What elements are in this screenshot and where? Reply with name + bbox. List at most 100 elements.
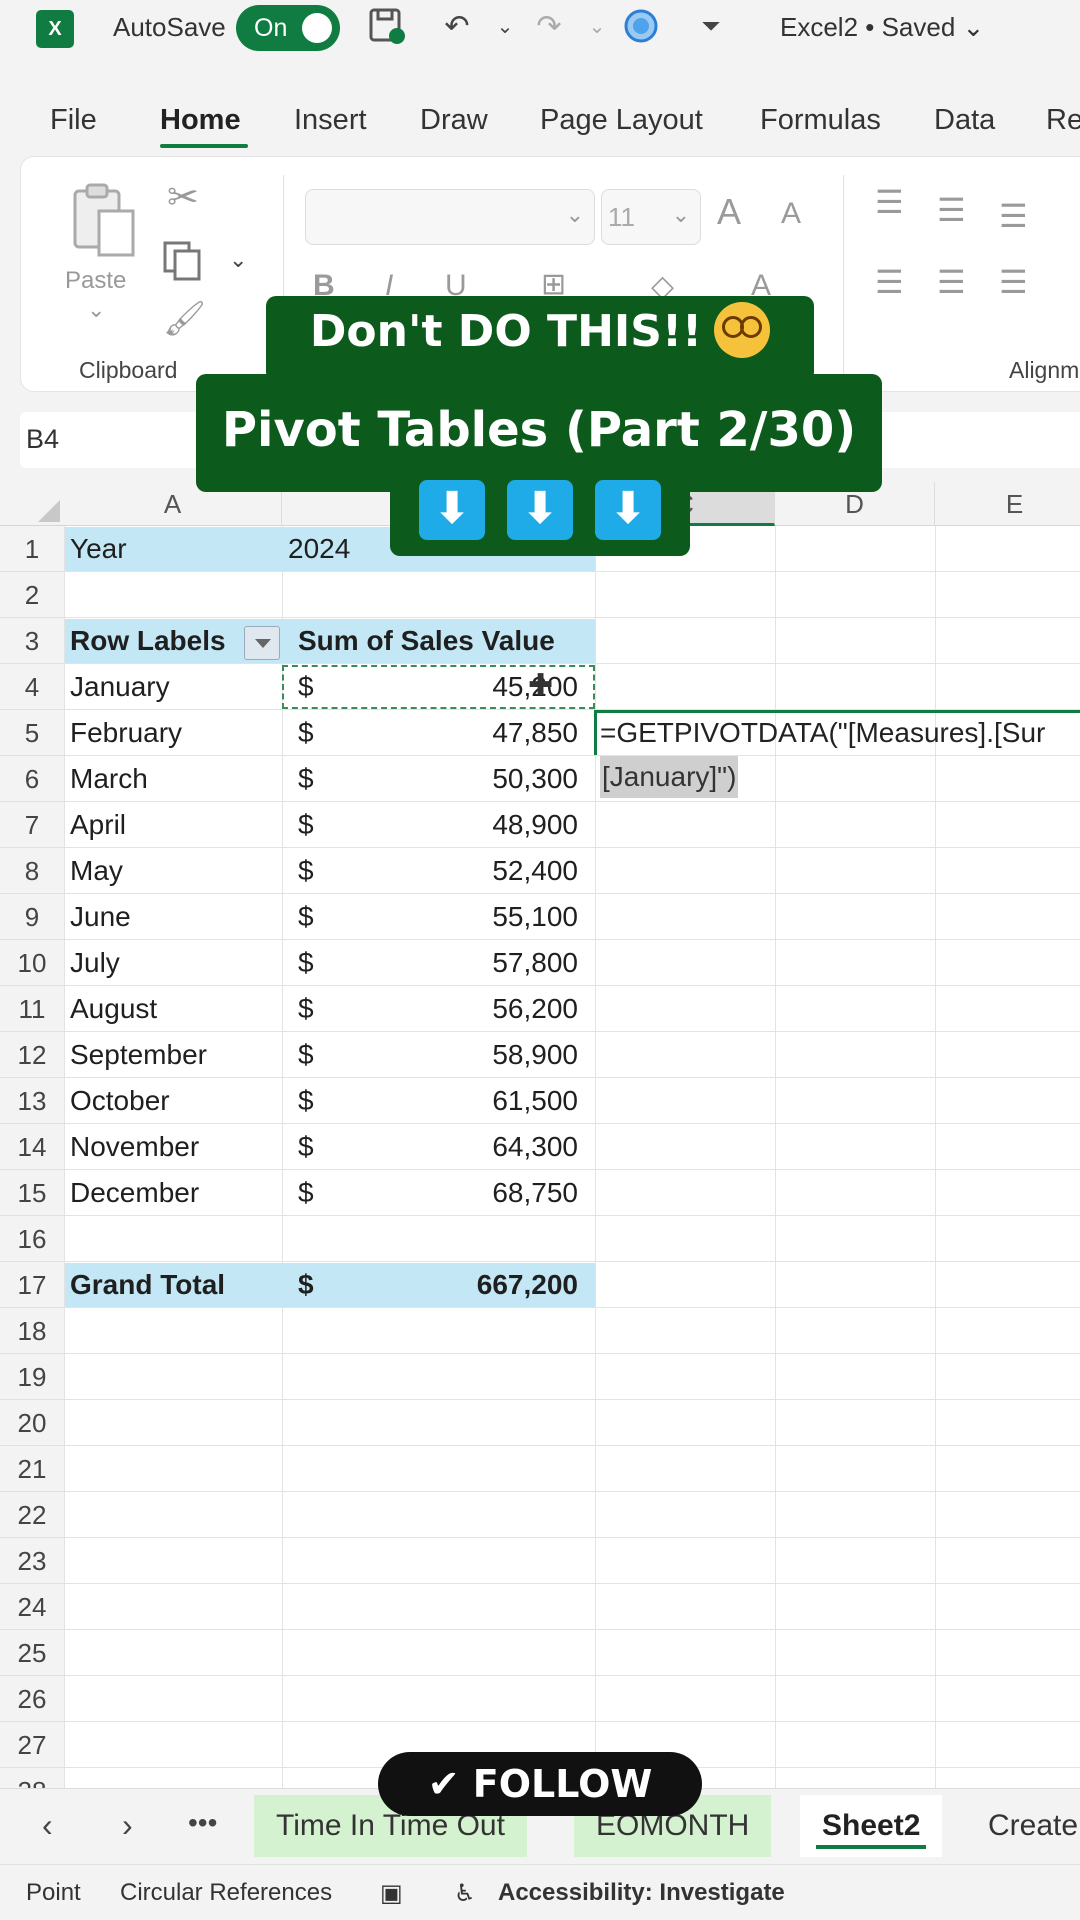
- sheet-tab-sheet2[interactable]: Sheet2: [800, 1795, 943, 1857]
- row-header[interactable]: 25: [0, 1630, 64, 1676]
- row-header[interactable]: 12: [0, 1032, 64, 1078]
- sheet-more-icon[interactable]: •••: [188, 1807, 217, 1839]
- align-left-icon[interactable]: ☰: [875, 263, 904, 301]
- row-header[interactable]: 14: [0, 1124, 64, 1170]
- cell-currency[interactable]: $: [298, 1170, 314, 1216]
- cell-row-labels-header[interactable]: Row Labels: [70, 618, 226, 664]
- tab-insert[interactable]: Insert: [294, 104, 367, 137]
- cell-currency[interactable]: $: [298, 710, 314, 756]
- sheet-next-icon[interactable]: ›: [122, 1807, 133, 1844]
- row-header[interactable]: 1: [0, 526, 64, 572]
- document-title[interactable]: Excel2 • Saved ⌄: [780, 12, 984, 43]
- autosave-toggle[interactable]: On: [236, 5, 340, 51]
- row-header[interactable]: 24: [0, 1584, 64, 1630]
- cell-formula-line1[interactable]: =GETPIVOTDATA("[Measures].[Sur: [600, 710, 1045, 756]
- cell-currency[interactable]: $: [298, 1124, 314, 1170]
- row-header[interactable]: 7: [0, 802, 64, 848]
- cell-month[interactable]: January: [70, 664, 170, 710]
- cell-year-label[interactable]: Year: [70, 526, 127, 572]
- row-header[interactable]: 4: [0, 664, 64, 710]
- row-header[interactable]: 5: [0, 710, 64, 756]
- tab-file[interactable]: File: [50, 104, 97, 137]
- status-accessibility[interactable]: Accessibility: Investigate: [498, 1879, 785, 1907]
- follow-button[interactable]: ✔ FOLLOW: [378, 1752, 702, 1816]
- cell-sales-value[interactable]: 58,900: [380, 1032, 578, 1078]
- undo-dropdown-icon[interactable]: ⌄: [484, 6, 526, 48]
- cell-currency[interactable]: $: [298, 1078, 314, 1124]
- row-header[interactable]: 22: [0, 1492, 64, 1538]
- row-header[interactable]: 11: [0, 986, 64, 1032]
- cell-sales-value[interactable]: 48,900: [380, 802, 578, 848]
- cell-month[interactable]: August: [70, 986, 157, 1032]
- row-header[interactable]: 28: [0, 1768, 64, 1788]
- row-header[interactable]: 2: [0, 572, 64, 618]
- cell-grand-total-currency[interactable]: $: [298, 1262, 314, 1308]
- cell-sales-value[interactable]: 68,750: [380, 1170, 578, 1216]
- cell-sales-value[interactable]: 64,300: [380, 1124, 578, 1170]
- row-header[interactable]: 27: [0, 1722, 64, 1768]
- cell-sales-value[interactable]: 47,850: [380, 710, 578, 756]
- cut-icon[interactable]: ✂: [167, 175, 199, 220]
- cell-currency[interactable]: $: [298, 848, 314, 894]
- row-header[interactable]: 10: [0, 940, 64, 986]
- tab-draw[interactable]: Draw: [420, 104, 488, 137]
- row-header[interactable]: 3: [0, 618, 64, 664]
- save-icon[interactable]: [366, 6, 408, 48]
- row-header[interactable]: 21: [0, 1446, 64, 1492]
- cell-month[interactable]: September: [70, 1032, 207, 1078]
- cell-grand-total-label[interactable]: Grand Total: [70, 1262, 225, 1308]
- cell-month[interactable]: November: [70, 1124, 199, 1170]
- name-box[interactable]: B4: [20, 412, 210, 468]
- row-header[interactable]: 9: [0, 894, 64, 940]
- cell-grand-total-value[interactable]: 667,200: [380, 1262, 578, 1308]
- cell-month[interactable]: December: [70, 1170, 199, 1216]
- tab-home[interactable]: Home: [160, 104, 241, 137]
- paste-dropdown-icon[interactable]: ⌄: [87, 297, 105, 323]
- redo-icon[interactable]: ↷: [528, 6, 570, 48]
- redo-dropdown-icon[interactable]: ⌄: [576, 6, 618, 48]
- row-header[interactable]: 20: [0, 1400, 64, 1446]
- font-name-select[interactable]: ⌄: [305, 189, 595, 245]
- tab-data[interactable]: Data: [934, 104, 995, 137]
- cell-month[interactable]: July: [70, 940, 120, 986]
- align-right-icon[interactable]: ☰: [999, 263, 1028, 301]
- row-header[interactable]: 18: [0, 1308, 64, 1354]
- row-header[interactable]: 8: [0, 848, 64, 894]
- cell-sales-value[interactable]: 61,500: [380, 1078, 578, 1124]
- row-header[interactable]: 19: [0, 1354, 64, 1400]
- cell-year-value[interactable]: 2024: [288, 526, 350, 572]
- row-header[interactable]: 23: [0, 1538, 64, 1584]
- undo-icon[interactable]: ↶: [436, 6, 478, 48]
- align-top-icon[interactable]: ☰: [875, 183, 904, 221]
- tab-review[interactable]: Re: [1046, 104, 1080, 137]
- sheet-tab-create[interactable]: Create: [966, 1795, 1080, 1857]
- cell-month[interactable]: June: [70, 894, 131, 940]
- decrease-font-icon[interactable]: A: [781, 197, 801, 231]
- cell-month[interactable]: April: [70, 802, 126, 848]
- cell-currency[interactable]: $: [298, 940, 314, 986]
- row-header[interactable]: 15: [0, 1170, 64, 1216]
- paste-icon[interactable]: [71, 181, 141, 261]
- cell-sales-value[interactable]: 52,400: [380, 848, 578, 894]
- cell-month[interactable]: February: [70, 710, 182, 756]
- copilot-icon[interactable]: [620, 6, 662, 48]
- worksheet-grid[interactable]: A B C D E 123456789101112131415161718192…: [0, 482, 1080, 1788]
- sheet-prev-icon[interactable]: ‹: [42, 1807, 53, 1844]
- align-middle-icon[interactable]: ☰: [937, 191, 966, 229]
- paste-button[interactable]: Paste: [65, 267, 126, 295]
- row-labels-filter-icon[interactable]: [244, 626, 280, 660]
- increase-font-icon[interactable]: A: [717, 191, 741, 233]
- cell-sales-value[interactable]: 56,200: [380, 986, 578, 1032]
- customize-qat-icon[interactable]: ⏷: [690, 6, 732, 48]
- copy-dropdown-icon[interactable]: ⌄: [229, 247, 247, 273]
- status-circular-references[interactable]: Circular References: [120, 1879, 332, 1907]
- cell-currency[interactable]: $: [298, 894, 314, 940]
- row-header[interactable]: 13: [0, 1078, 64, 1124]
- column-header-e[interactable]: E: [935, 482, 1080, 526]
- row-header[interactable]: 16: [0, 1216, 64, 1262]
- cell-month[interactable]: May: [70, 848, 123, 894]
- cell-mode-icon[interactable]: ▣: [380, 1879, 403, 1908]
- cell-currency[interactable]: $: [298, 756, 314, 802]
- copy-icon[interactable]: [161, 239, 203, 289]
- cell-currency[interactable]: $: [298, 802, 314, 848]
